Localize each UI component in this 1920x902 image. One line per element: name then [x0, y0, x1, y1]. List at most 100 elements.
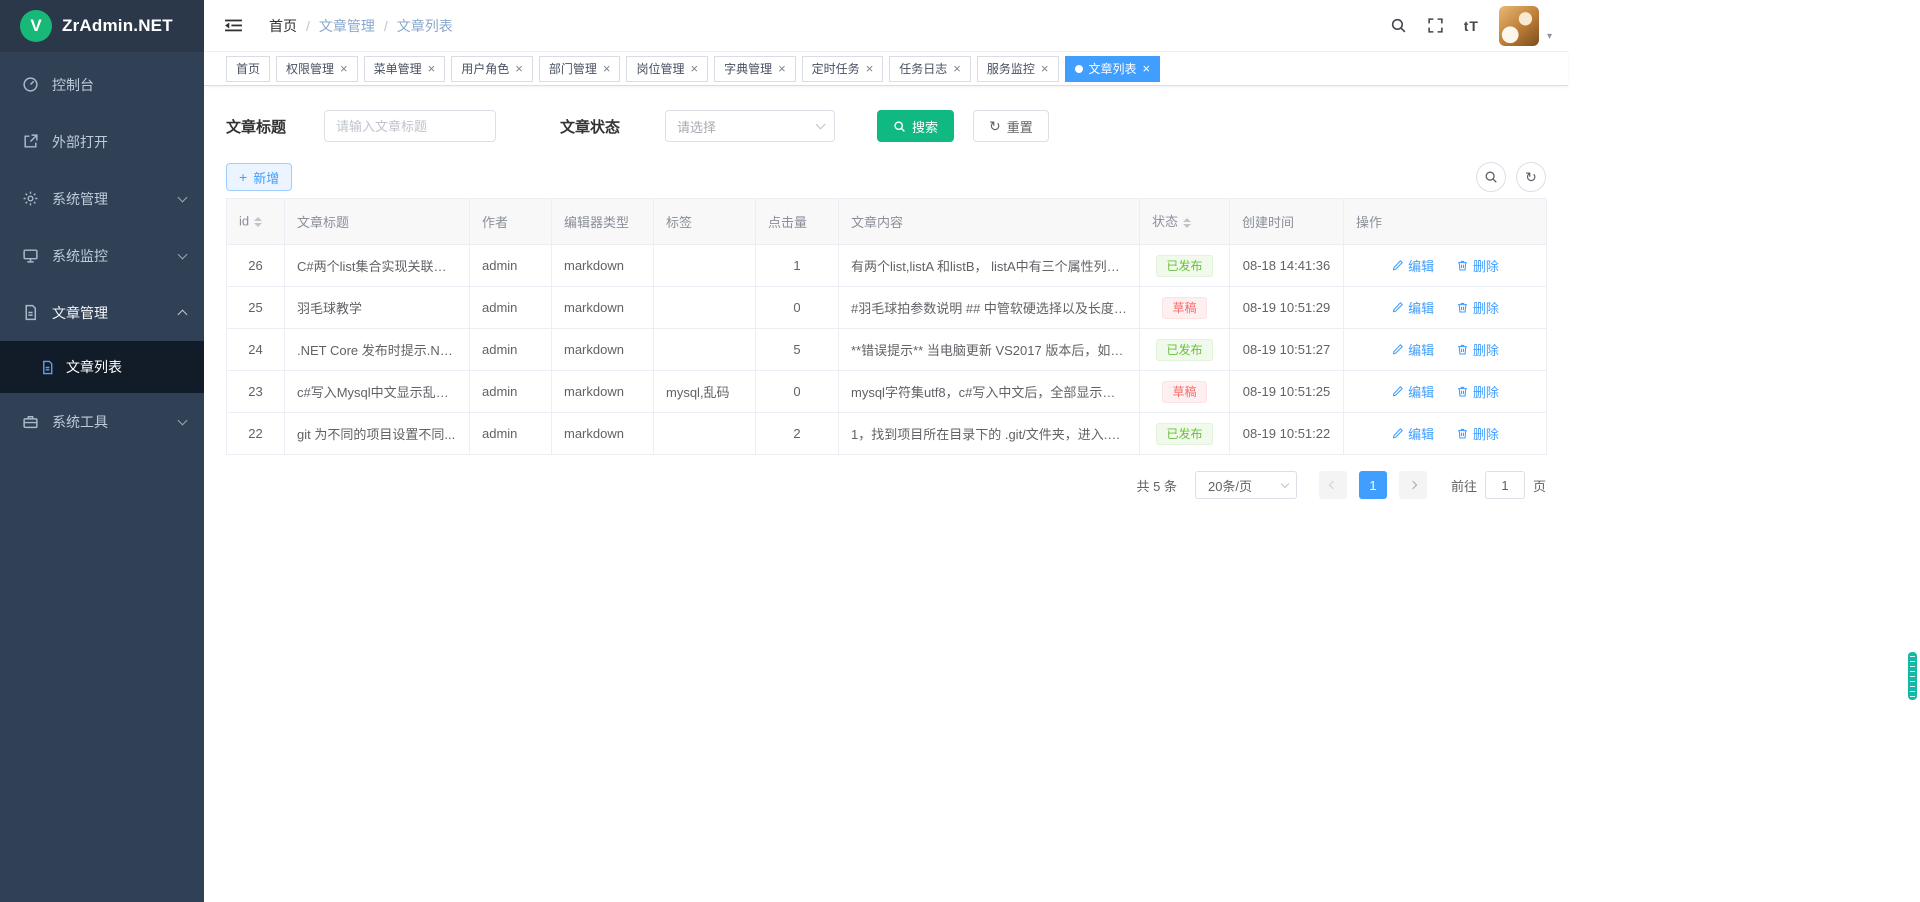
sidebar-item-article-management[interactable]: 文章管理 [0, 284, 204, 341]
page-size-select[interactable]: 20条/页 [1195, 471, 1297, 499]
column-header-created: 创建时间 [1230, 199, 1344, 245]
toggle-search-button[interactable] [1476, 162, 1506, 192]
tab-home[interactable]: 首页 [226, 56, 270, 82]
top-navbar: 首页 / 文章管理 / 文章列表 tT ▾ [204, 0, 1568, 52]
delete-button[interactable]: 删除 [1456, 298, 1499, 317]
cell-content: 有两个list,listA 和listB， listA中有三个属性列为St... [839, 245, 1140, 287]
column-header-status[interactable]: 状态 [1140, 199, 1230, 245]
close-icon[interactable]: × [953, 62, 961, 75]
close-icon[interactable]: × [428, 62, 436, 75]
app-root: V ZrAdmin.NET 控制台 外部打开 系统管理 系统监控 [0, 0, 1920, 902]
tab-permission[interactable]: 权限管理× [276, 56, 358, 82]
tab-post[interactable]: 岗位管理× [626, 56, 708, 82]
trash-icon [1456, 385, 1469, 398]
cell-created: 08-19 10:51:27 [1230, 329, 1344, 371]
close-icon[interactable]: × [340, 62, 348, 75]
tab-service-monitor[interactable]: 服务监控× [977, 56, 1059, 82]
edit-button[interactable]: 编辑 [1391, 256, 1434, 275]
sidebar-submenu: 文章列表 [0, 341, 204, 393]
cell-status: 草稿 [1140, 287, 1230, 329]
cell-actions: 编辑 删除 [1344, 413, 1547, 455]
tab-label: 用户角色 [461, 60, 509, 77]
status-badge: 草稿 [1162, 297, 1206, 319]
article-status-select[interactable]: 请选择 [665, 110, 835, 142]
status-badge: 已发布 [1156, 339, 1212, 361]
add-button[interactable]: + 新增 [226, 163, 292, 191]
close-icon[interactable]: × [1143, 62, 1151, 75]
main-area: 首页 / 文章管理 / 文章列表 tT ▾ 首页 权限管理× [204, 0, 1568, 499]
select-placeholder: 请选择 [677, 117, 716, 136]
close-icon[interactable]: × [690, 62, 698, 75]
close-icon[interactable]: × [866, 62, 874, 75]
edit-button[interactable]: 编辑 [1391, 382, 1434, 401]
tab-scheduled-task[interactable]: 定时任务× [802, 56, 884, 82]
tab-dict[interactable]: 字典管理× [714, 56, 796, 82]
delete-button[interactable]: 删除 [1456, 382, 1499, 401]
caret-down-icon[interactable]: ▾ [1547, 31, 1552, 42]
document-icon [22, 304, 40, 321]
sidebar-item-system-management[interactable]: 系统管理 [0, 170, 204, 227]
pagination-total: 共 5 条 [1137, 476, 1177, 495]
page-number-current[interactable]: 1 [1359, 471, 1387, 499]
cell-actions: 编辑 删除 [1344, 329, 1547, 371]
tab-menu[interactable]: 菜单管理× [364, 56, 446, 82]
chevron-down-icon [178, 249, 188, 259]
edit-button[interactable]: 编辑 [1391, 340, 1434, 359]
column-header-id[interactable]: id [227, 199, 285, 245]
sidebar-item-system-tools[interactable]: 系统工具 [0, 393, 204, 450]
prev-page-button[interactable] [1319, 471, 1347, 499]
sidebar-collapse-icon[interactable] [224, 17, 243, 34]
goto-page-input[interactable] [1485, 471, 1525, 499]
column-header-content: 文章内容 [839, 199, 1140, 245]
reset-button[interactable]: ↻ 重置 [973, 110, 1049, 142]
search-button[interactable]: 搜索 [877, 110, 954, 142]
tab-article-list[interactable]: 文章列表 × [1065, 56, 1161, 82]
tab-task-log[interactable]: 任务日志 × [889, 56, 971, 82]
refresh-button[interactable]: ↻ [1516, 162, 1546, 192]
delete-button[interactable]: 删除 [1456, 340, 1499, 359]
cell-title: git 为不同的项目设置不同... [285, 413, 470, 455]
font-size-icon[interactable]: tT [1464, 18, 1479, 34]
tab-user-role[interactable]: 用户角色 × [451, 56, 533, 82]
app-title: ZrAdmin.NET [62, 16, 173, 36]
sidebar-item-external-open[interactable]: 外部打开 [0, 113, 204, 170]
chevron-up-icon [178, 309, 188, 319]
sidebar-item-label: 外部打开 [52, 132, 186, 152]
delete-button[interactable]: 删除 [1456, 424, 1499, 443]
edit-button[interactable]: 编辑 [1391, 424, 1434, 443]
tab-label: 文章列表 [1089, 60, 1137, 77]
close-icon[interactable]: × [515, 62, 523, 75]
delete-button[interactable]: 删除 [1456, 256, 1499, 275]
next-page-button[interactable] [1399, 471, 1427, 499]
close-icon[interactable]: × [778, 62, 786, 75]
table-row: 22 git 为不同的项目设置不同... admin markdown 2 1，… [227, 413, 1547, 455]
search-icon[interactable] [1390, 17, 1407, 34]
page-size-value: 20条/页 [1208, 476, 1252, 495]
sidebar-item-system-monitor[interactable]: 系统监控 [0, 227, 204, 284]
cell-tag [654, 245, 756, 287]
fullscreen-icon[interactable] [1427, 17, 1444, 34]
breadcrumb-home[interactable]: 首页 [269, 16, 297, 36]
tab-label: 部门管理 [549, 60, 597, 77]
cell-actions: 编辑 删除 [1344, 287, 1547, 329]
sidebar-item-label: 系统工具 [52, 412, 179, 432]
cell-author: admin [470, 371, 552, 413]
side-widget-scrollbar[interactable] [1908, 652, 1917, 700]
chevron-left-icon [1329, 481, 1337, 489]
edit-button[interactable]: 编辑 [1391, 298, 1434, 317]
close-icon[interactable]: × [603, 62, 611, 75]
chevron-down-icon [816, 120, 826, 130]
tab-department[interactable]: 部门管理 × [539, 56, 621, 82]
edit-icon [1391, 301, 1404, 314]
sidebar-item-article-list[interactable]: 文章列表 [0, 341, 204, 393]
cell-hits: 0 [756, 287, 839, 329]
sidebar-item-dashboard[interactable]: 控制台 [0, 56, 204, 113]
article-title-input[interactable] [324, 110, 496, 142]
active-dot-icon [1075, 65, 1083, 73]
user-avatar[interactable] [1499, 6, 1539, 46]
tab-label: 任务日志 [899, 60, 947, 77]
close-icon[interactable]: × [1041, 62, 1049, 75]
sort-icon [1183, 214, 1191, 232]
status-badge: 草稿 [1162, 381, 1206, 403]
cell-author: admin [470, 245, 552, 287]
